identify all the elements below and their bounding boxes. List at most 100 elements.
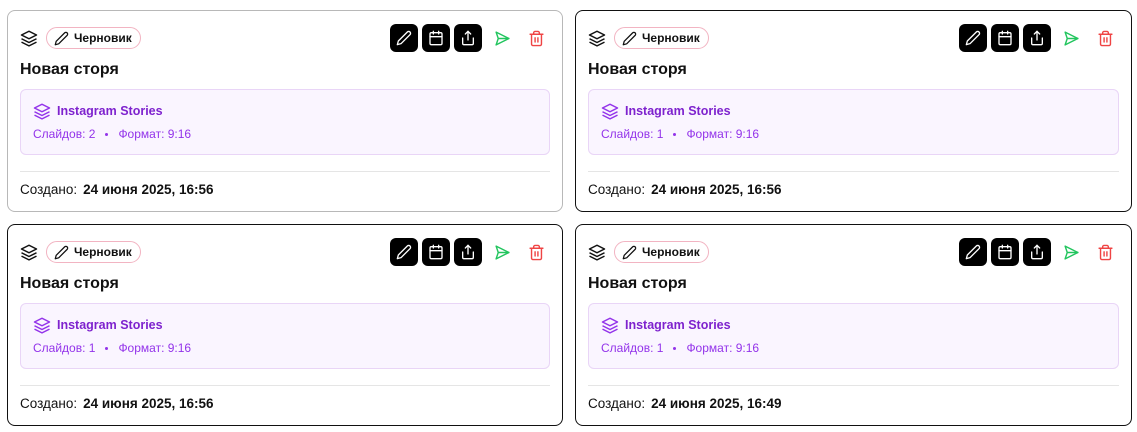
layers-icon <box>33 317 51 334</box>
delete-button[interactable] <box>522 238 550 266</box>
edit-icon <box>396 30 412 46</box>
meta-separator <box>105 132 109 136</box>
created-date: 24 июня 2025, 16:56 <box>83 181 214 197</box>
calendar-icon <box>429 30 443 46</box>
created-row: Создано: 24 июня 2025, 16:49 <box>588 394 1119 412</box>
card-header-left: Черновик <box>20 241 141 263</box>
edit-button[interactable] <box>390 24 418 52</box>
export-icon <box>462 244 474 260</box>
trash-icon <box>528 30 544 46</box>
created-row: Создано: 24 июня 2025, 16:56 <box>20 394 550 412</box>
card-header: Черновик <box>588 237 1119 267</box>
slides-count: Слайдов: 1 <box>33 341 96 355</box>
delete-button[interactable] <box>1091 238 1119 266</box>
edit-icon <box>396 244 412 260</box>
info-meta: Слайдов: 1 Формат: 9:16 <box>601 126 1106 142</box>
info-meta: Слайдов: 1 Формат: 9:16 <box>601 340 1106 356</box>
trash-icon <box>1097 30 1113 46</box>
created-date: 24 июня 2025, 16:56 <box>83 395 214 411</box>
delete-button[interactable] <box>1091 24 1119 52</box>
meta-separator <box>673 132 677 136</box>
stories-grid: Черновик Новая сторя Instagram Stories С… <box>7 10 1132 426</box>
schedule-button[interactable] <box>991 238 1019 266</box>
story-card[interactable]: Черновик Новая сторя Instagram Stories С… <box>7 224 563 426</box>
story-title: Новая сторя <box>588 275 687 292</box>
info-header: Instagram Stories <box>33 102 537 120</box>
export-button[interactable] <box>454 238 482 266</box>
status-badge-label: Черновик <box>642 245 700 259</box>
send-button[interactable] <box>1057 238 1085 266</box>
pencil-icon <box>622 31 637 45</box>
info-header: Instagram Stories <box>601 316 1106 334</box>
card-header-left: Черновик <box>588 27 709 49</box>
meta-separator <box>105 346 109 350</box>
slides-count: Слайдов: 2 <box>33 127 96 141</box>
info-meta: Слайдов: 2 Формат: 9:16 <box>33 126 537 142</box>
delete-button[interactable] <box>522 24 550 52</box>
pencil-icon <box>54 31 69 45</box>
trash-icon <box>528 244 544 260</box>
send-icon <box>1063 244 1079 260</box>
divider <box>20 385 550 386</box>
edit-button[interactable] <box>959 238 987 266</box>
send-button[interactable] <box>488 238 516 266</box>
created-label: Создано: <box>20 181 78 197</box>
schedule-button[interactable] <box>991 24 1019 52</box>
status-badge: Черновик <box>614 241 709 263</box>
status-badge: Черновик <box>46 241 141 263</box>
created-label: Создано: <box>588 395 646 411</box>
created-label: Создано: <box>20 395 78 411</box>
card-header: Черновик <box>20 237 550 267</box>
schedule-button[interactable] <box>422 238 450 266</box>
calendar-icon <box>998 244 1012 260</box>
info-title: Instagram Stories <box>57 104 163 118</box>
story-card[interactable]: Черновик Новая сторя Instagram Stories С… <box>7 10 563 212</box>
status-badge-label: Черновик <box>74 245 132 259</box>
layers-icon <box>588 29 606 47</box>
info-title: Instagram Stories <box>57 318 163 332</box>
edit-button[interactable] <box>390 238 418 266</box>
edit-icon <box>965 244 981 260</box>
story-card[interactable]: Черновик Новая сторя Instagram Stories С… <box>575 224 1132 426</box>
layers-icon <box>33 103 51 120</box>
pencil-icon <box>54 245 69 259</box>
status-badge-label: Черновик <box>642 31 700 45</box>
card-header-left: Черновик <box>20 27 141 49</box>
divider <box>588 385 1119 386</box>
pencil-icon <box>622 245 637 259</box>
calendar-icon <box>998 30 1012 46</box>
story-info-panel: Instagram Stories Слайдов: 1 Формат: 9:1… <box>588 303 1119 369</box>
layers-icon <box>601 317 619 334</box>
send-button[interactable] <box>1057 24 1085 52</box>
edit-icon <box>965 30 981 46</box>
story-title: Новая сторя <box>20 275 119 292</box>
story-title: Новая сторя <box>20 61 119 78</box>
export-button[interactable] <box>454 24 482 52</box>
card-actions <box>959 24 1119 52</box>
export-icon <box>462 30 474 46</box>
send-button[interactable] <box>488 24 516 52</box>
export-button[interactable] <box>1023 238 1051 266</box>
created-row: Создано: 24 июня 2025, 16:56 <box>20 180 550 198</box>
info-meta: Слайдов: 1 Формат: 9:16 <box>33 340 537 356</box>
send-icon <box>1063 30 1079 46</box>
meta-separator <box>673 346 677 350</box>
divider <box>588 171 1119 172</box>
story-info-panel: Instagram Stories Слайдов: 1 Формат: 9:1… <box>20 303 550 369</box>
format-value: Формат: 9:16 <box>686 127 760 141</box>
slides-count: Слайдов: 1 <box>601 341 664 355</box>
info-title: Instagram Stories <box>625 104 731 118</box>
divider <box>20 171 550 172</box>
format-value: Формат: 9:16 <box>686 341 760 355</box>
schedule-button[interactable] <box>422 24 450 52</box>
story-info-panel: Instagram Stories Слайдов: 1 Формат: 9:1… <box>588 89 1119 155</box>
calendar-icon <box>429 244 443 260</box>
created-label: Создано: <box>588 181 646 197</box>
export-button[interactable] <box>1023 24 1051 52</box>
info-header: Instagram Stories <box>601 102 1106 120</box>
edit-button[interactable] <box>959 24 987 52</box>
slides-count: Слайдов: 1 <box>601 127 664 141</box>
send-icon <box>494 244 510 260</box>
card-header: Черновик <box>20 23 550 53</box>
story-card[interactable]: Черновик Новая сторя Instagram Stories С… <box>575 10 1132 212</box>
